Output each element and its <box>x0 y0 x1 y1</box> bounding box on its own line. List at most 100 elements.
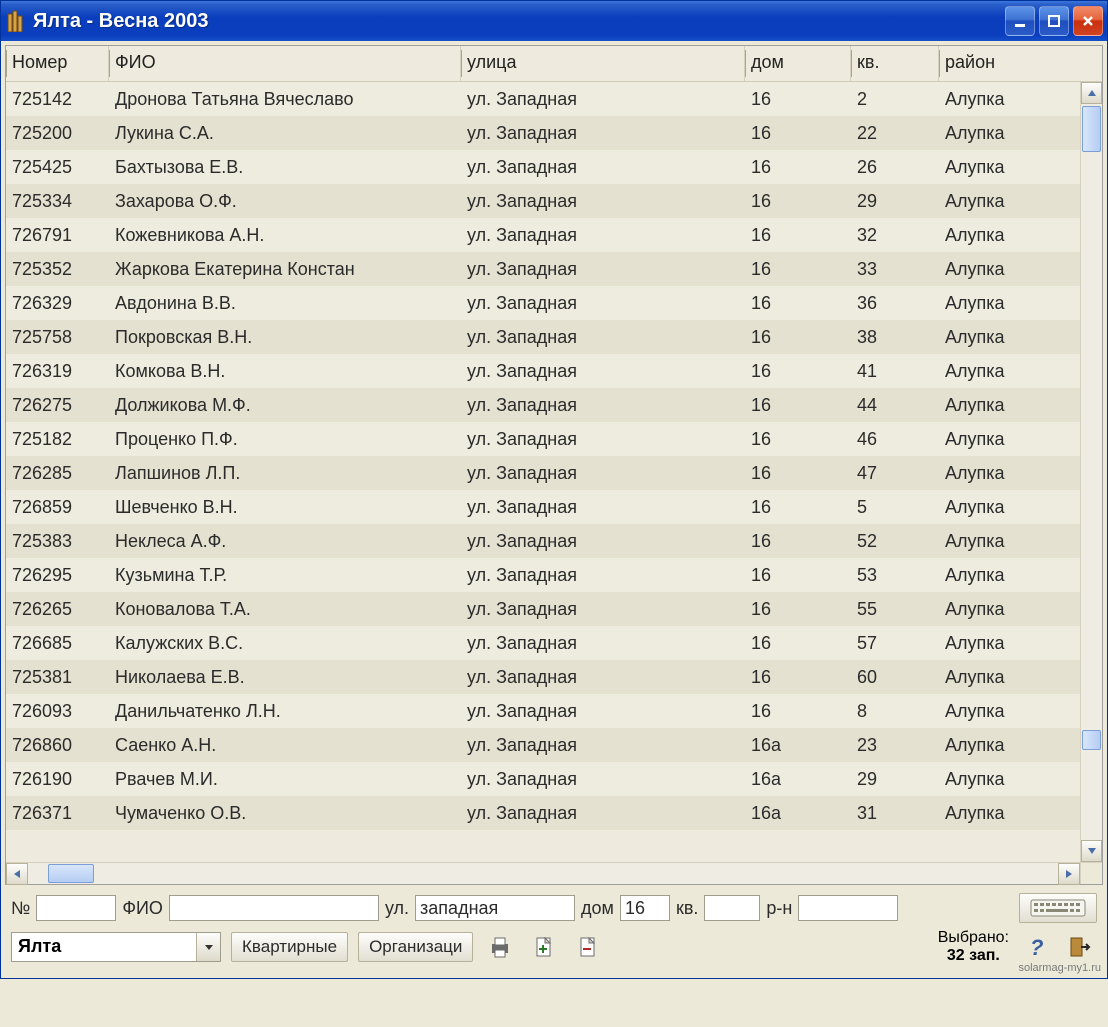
cell-street: ул. Западная <box>461 123 745 144</box>
cell-num: 726265 <box>6 599 109 620</box>
scroll-down-button[interactable] <box>1081 840 1102 862</box>
selection-status: Выбрано: 32 зап. <box>938 929 1009 964</box>
toolbar: Ялта Квартирные Организаци <box>5 927 1103 974</box>
status-count: 32 зап. <box>938 947 1009 965</box>
cell-fio: Данильчатенко Л.Н. <box>109 701 461 722</box>
cell-house: 16 <box>745 293 851 314</box>
exit-button[interactable] <box>1063 932 1097 962</box>
cell-apt: 33 <box>851 259 939 280</box>
table-row[interactable]: 725425Бахтызова Е.В.ул. Западная1626Алуп… <box>6 150 1080 184</box>
table-row[interactable]: 726859Шевченко В.Н.ул. Западная165Алупка <box>6 490 1080 524</box>
help-icon: ? <box>1024 935 1048 959</box>
table-row[interactable]: 726371Чумаченко О.В.ул. Западная16а31Алу… <box>6 796 1080 830</box>
scroll-right-button[interactable] <box>1058 863 1080 885</box>
col-header-street[interactable]: улица <box>461 46 745 81</box>
titlebar: Ялта - Весна 2003 <box>1 1 1107 41</box>
cell-district: Алупка <box>939 293 1080 314</box>
table-row[interactable]: 726275Должикова М.Ф.ул. Западная1644Алуп… <box>6 388 1080 422</box>
table-row[interactable]: 725200Лукина С.А.ул. Западная1622Алупка <box>6 116 1080 150</box>
vertical-scrollbar[interactable] <box>1080 82 1102 862</box>
table-row[interactable]: 726265Коновалова Т.А.ул. Западная1655Алу… <box>6 592 1080 626</box>
table-row[interactable]: 725383Неклеса А.Ф.ул. Западная1652Алупка <box>6 524 1080 558</box>
residential-button[interactable]: Квартирные <box>231 932 348 962</box>
table-row[interactable]: 725352Жаркова Екатерина Констанул. Запад… <box>6 252 1080 286</box>
table-row[interactable]: 726319Комкова В.Н.ул. Западная1641Алупка <box>6 354 1080 388</box>
cell-district: Алупка <box>939 89 1080 110</box>
filter-input-district[interactable] <box>798 895 898 921</box>
add-record-button[interactable] <box>527 932 561 962</box>
table-row[interactable]: 726685Калужских В.С.ул. Западная1657Алуп… <box>6 626 1080 660</box>
watermark: solarmag-my1.ru <box>1018 962 1101 974</box>
table-row[interactable]: 726093Данильчатенко Л.Н.ул. Западная168А… <box>6 694 1080 728</box>
city-dropdown[interactable]: Ялта <box>11 932 221 962</box>
cell-district: Алупка <box>939 735 1080 756</box>
scroll-left-button[interactable] <box>6 863 28 885</box>
cell-apt: 5 <box>851 497 939 518</box>
cell-street: ул. Западная <box>461 259 745 280</box>
col-header-house[interactable]: дом <box>745 46 851 81</box>
cell-street: ул. Западная <box>461 769 745 790</box>
help-button[interactable]: ? <box>1019 932 1053 962</box>
table-row[interactable]: 726329Авдонина В.В.ул. Западная1636Алупк… <box>6 286 1080 320</box>
cell-district: Алупка <box>939 599 1080 620</box>
onscreen-keyboard-button[interactable] <box>1019 893 1097 923</box>
cell-street: ул. Западная <box>461 293 745 314</box>
cell-fio: Дронова Татьяна Вячеславо <box>109 89 461 110</box>
table-row[interactable]: 726190Рвачев М.И.ул. Западная16а29Алупка <box>6 762 1080 796</box>
table-row[interactable]: 725142Дронова Татьяна Вячеславоул. Запад… <box>6 82 1080 116</box>
cell-house: 16 <box>745 395 851 416</box>
table-row[interactable]: 725182Проценко П.Ф.ул. Западная1646Алупк… <box>6 422 1080 456</box>
cell-street: ул. Западная <box>461 701 745 722</box>
table-row[interactable]: 725758Покровская В.Н.ул. Западная1638Алу… <box>6 320 1080 354</box>
cell-num: 725758 <box>6 327 109 348</box>
scroll-thumb[interactable] <box>1082 106 1101 152</box>
hscroll-thumb[interactable] <box>48 864 94 883</box>
print-button[interactable] <box>483 932 517 962</box>
cell-street: ул. Западная <box>461 599 745 620</box>
horizontal-scrollbar[interactable] <box>6 862 1102 884</box>
cell-district: Алупка <box>939 565 1080 586</box>
hscroll-track[interactable] <box>28 863 1058 884</box>
close-button[interactable] <box>1073 6 1103 36</box>
table-row[interactable]: 725381Николаева Е.В.ул. Западная1660Алуп… <box>6 660 1080 694</box>
table-row[interactable]: 726295Кузьмина Т.Р.ул. Западная1653Алупк… <box>6 558 1080 592</box>
cell-apt: 52 <box>851 531 939 552</box>
cell-district: Алупка <box>939 123 1080 144</box>
filter-input-fio[interactable] <box>169 895 379 921</box>
cell-num: 726190 <box>6 769 109 790</box>
filter-input-apt[interactable] <box>704 895 760 921</box>
scroll-up-button[interactable] <box>1081 82 1102 104</box>
cell-house: 16 <box>745 599 851 620</box>
cell-house: 16 <box>745 225 851 246</box>
table-row[interactable]: 726860Саенко А.Н.ул. Западная16а23Алупка <box>6 728 1080 762</box>
table-row[interactable]: 726791Кожевникова А.Н.ул. Западная1632Ал… <box>6 218 1080 252</box>
cell-street: ул. Западная <box>461 463 745 484</box>
maximize-button[interactable] <box>1039 6 1069 36</box>
cell-house: 16 <box>745 531 851 552</box>
table-row[interactable]: 725334Захарова О.Ф.ул. Западная1629Алупк… <box>6 184 1080 218</box>
col-header-number[interactable]: Номер <box>6 46 109 81</box>
cell-num: 726093 <box>6 701 109 722</box>
filter-input-house[interactable] <box>620 895 670 921</box>
scroll-marker[interactable] <box>1082 730 1101 750</box>
col-header-apt[interactable]: кв. <box>851 46 939 81</box>
cell-fio: Николаева Е.В. <box>109 667 461 688</box>
cell-district: Алупка <box>939 225 1080 246</box>
cell-district: Алупка <box>939 395 1080 416</box>
filter-bar: № ФИО ул. дом кв. р-н <box>5 885 1103 927</box>
cell-fio: Авдонина В.В. <box>109 293 461 314</box>
scroll-track[interactable] <box>1081 104 1102 840</box>
cell-street: ул. Западная <box>461 361 745 382</box>
filter-input-street[interactable] <box>415 895 575 921</box>
cell-fio: Покровская В.Н. <box>109 327 461 348</box>
filter-input-number[interactable] <box>36 895 116 921</box>
cell-fio: Саенко А.Н. <box>109 735 461 756</box>
col-header-district[interactable]: район <box>939 46 1102 81</box>
delete-record-button[interactable] <box>571 932 605 962</box>
col-header-fio[interactable]: ФИО <box>109 46 461 81</box>
table-row[interactable]: 726285Лапшинов Л.П.ул. Западная1647Алупк… <box>6 456 1080 490</box>
minimize-button[interactable] <box>1005 6 1035 36</box>
cell-fio: Захарова О.Ф. <box>109 191 461 212</box>
organizations-button[interactable]: Организаци <box>358 932 473 962</box>
cell-house: 16а <box>745 735 851 756</box>
